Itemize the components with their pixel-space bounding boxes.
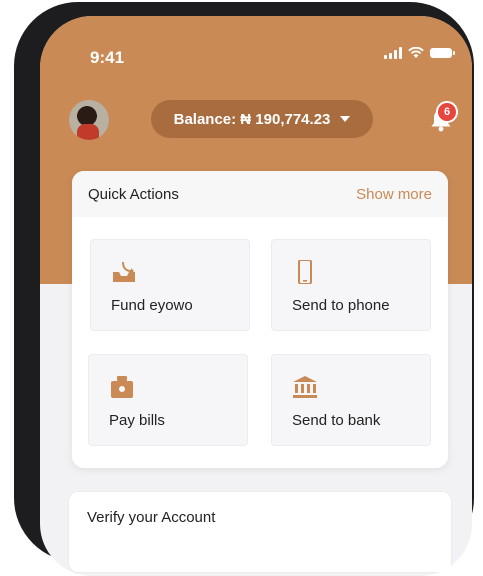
bill-box-icon [111,376,133,398]
signal-icon [384,47,402,59]
phone-icon [298,259,312,285]
show-more-link[interactable]: Show more [356,186,432,203]
pay-bills-tile[interactable]: Pay bills [88,354,248,446]
avatar[interactable] [69,100,109,140]
balance-label: Balance: ₦ 190,774.23 [173,110,331,128]
quick-actions-title: Quick Actions [88,185,179,203]
notification-badge: 6 [436,101,458,123]
send-to-bank-tile[interactable]: Send to bank [271,354,431,446]
tile-label: Send to phone [292,297,390,314]
tile-label: Send to bank [292,412,381,429]
status-icons [384,47,455,59]
verify-account-title: Verify your Account [87,509,216,526]
wifi-icon [408,47,424,58]
tile-label: Pay bills [109,412,165,429]
send-to-phone-tile[interactable]: Send to phone [271,239,431,331]
verify-account-card[interactable]: Verify your Account [68,491,452,573]
quick-actions-header: Quick Actions Show more [72,171,448,217]
fund-eyowo-tile[interactable]: Fund eyowo [90,239,250,331]
bank-icon [293,376,317,398]
tile-label: Fund eyowo [111,297,193,314]
inbox-tray-icon [113,262,135,282]
battery-icon [430,48,455,58]
quick-actions-card: Quick Actions Show more Fund eyowo Send … [72,171,448,468]
status-time: 9:41 [90,48,125,67]
app-screen: 9:41 Balance: ₦ 190,774.23 6 Quick Actio… [40,16,472,576]
phone-frame: 9:41 Balance: ₦ 190,774.23 6 Quick Actio… [14,2,474,576]
balance-selector[interactable]: Balance: ₦ 190,774.23 [151,100,373,138]
chevron-down-icon [340,116,351,122]
